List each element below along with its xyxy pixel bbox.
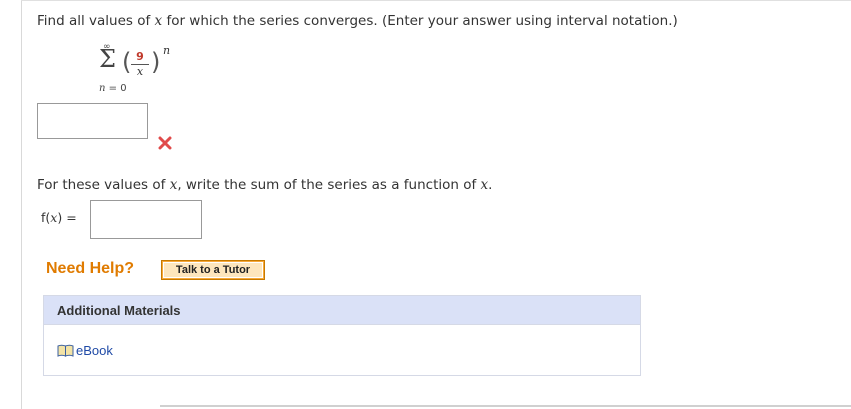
sigma-symbol: Σ <box>99 45 116 73</box>
series-exponent: n <box>163 44 171 57</box>
ebook-link[interactable]: eBook <box>57 342 113 358</box>
sigma-lower-limit: n = 0 <box>99 83 127 94</box>
book-icon <box>57 344 74 357</box>
series-expression: ∞ Σ n = 0 ( 9 x ) n <box>97 42 207 94</box>
left-border <box>21 0 22 409</box>
talk-to-tutor-button[interactable]: Talk to a Tutor <box>161 260 265 280</box>
talk-to-tutor-label: Talk to a Tutor <box>163 262 263 278</box>
series-fraction: 9 x <box>131 51 149 78</box>
question-text: Find all values of x for which the serie… <box>37 13 678 29</box>
ebook-label: eBook <box>76 342 113 358</box>
additional-materials-panel: Additional Materials eBook <box>43 295 641 376</box>
fraction-numerator: 9 <box>136 50 144 63</box>
top-border <box>21 0 851 1</box>
fx-answer-input[interactable] <box>90 200 202 239</box>
x-mark-icon <box>158 136 172 150</box>
interval-answer-input[interactable] <box>37 103 148 139</box>
need-help-label: Need Help? <box>46 260 135 277</box>
sum-function-prompt: For these values of x, write the sum of … <box>37 177 493 193</box>
left-paren: ( <box>122 48 132 76</box>
additional-materials-title: Additional Materials <box>57 303 181 318</box>
fraction-denominator: x <box>136 65 144 78</box>
bottom-divider <box>160 405 851 407</box>
right-paren: ) <box>151 48 161 76</box>
fx-label: f(x) = <box>41 210 77 225</box>
